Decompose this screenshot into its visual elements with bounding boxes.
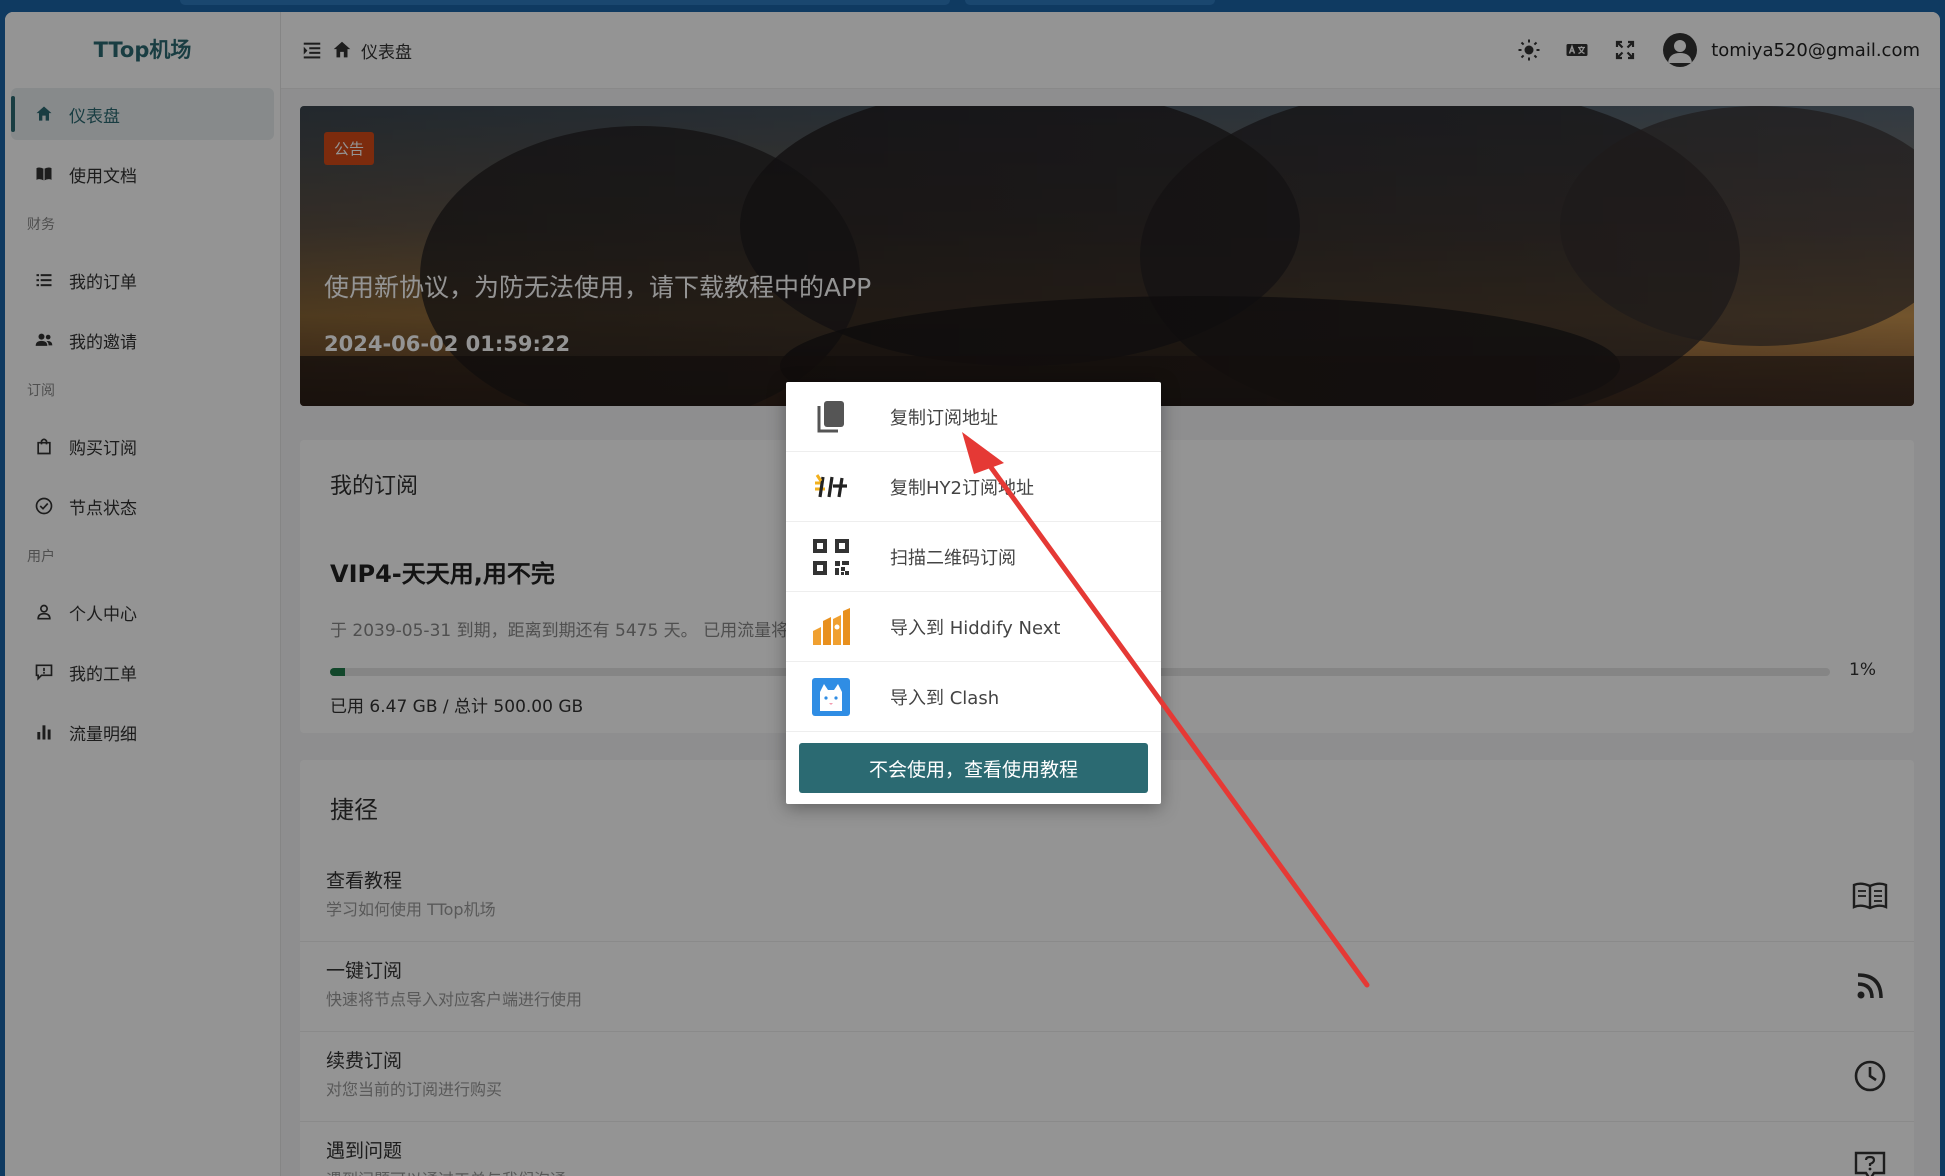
- popup-item-label: 导入到 Clash: [890, 687, 1000, 709]
- import-hiddify-item[interactable]: 导入到 Hiddify Next: [786, 592, 1161, 662]
- popup-item-label: 导入到 Hiddify Next: [890, 617, 1061, 639]
- copy-subscription-url-item[interactable]: 复制订阅地址: [786, 382, 1161, 452]
- subscribe-popup-menu: 复制订阅地址 复制HY2订阅地址 扫描二维码订阅 导入到 Hiddify Nex…: [786, 382, 1161, 804]
- popup-item-label: 复制订阅地址: [890, 407, 998, 429]
- import-clash-item[interactable]: 导入到 Clash: [786, 662, 1161, 732]
- scan-qr-item[interactable]: 扫描二维码订阅: [786, 522, 1161, 592]
- popup-item-label: 复制HY2订阅地址: [890, 477, 1034, 499]
- copy-icon: [810, 396, 852, 438]
- qr-code-icon: [810, 536, 852, 578]
- clash-cat-icon: [810, 676, 852, 718]
- hysteria-icon: [810, 466, 852, 508]
- view-tutorial-button[interactable]: 不会使用，查看使用教程: [799, 743, 1148, 793]
- popup-item-label: 扫描二维码订阅: [890, 547, 1016, 569]
- hiddify-icon: [810, 606, 852, 648]
- copy-hy2-url-item[interactable]: 复制HY2订阅地址: [786, 452, 1161, 522]
